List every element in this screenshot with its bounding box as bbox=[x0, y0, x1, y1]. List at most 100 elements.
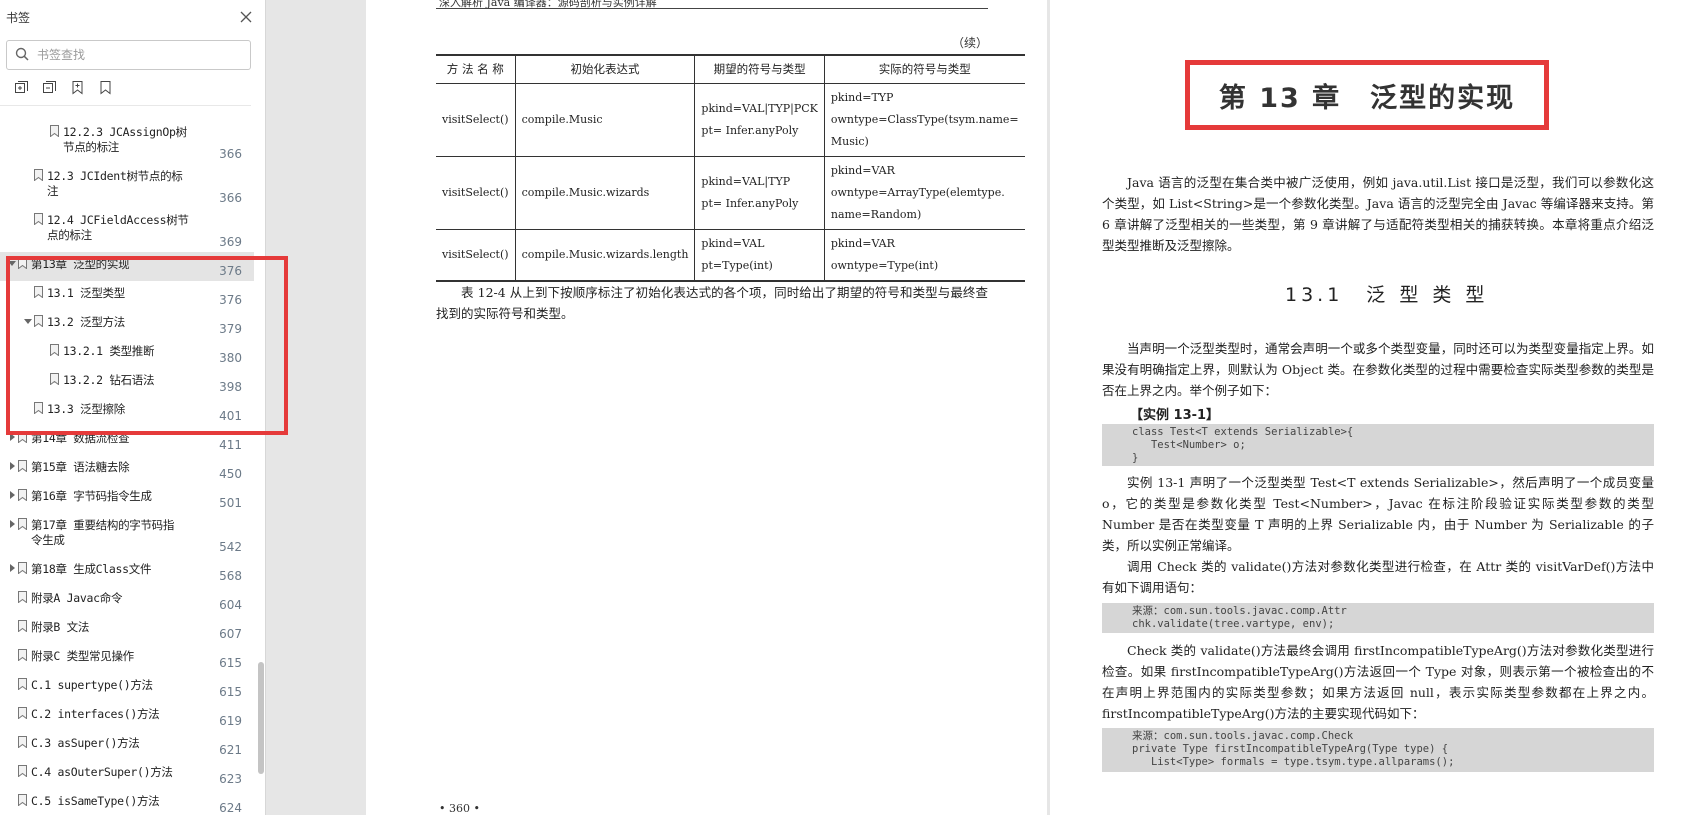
bookmark-label-line: 13.2.2 钻石语法 bbox=[63, 373, 155, 387]
panel-title: 书签 bbox=[6, 10, 31, 25]
bookmark-item[interactable]: 12.4 JCFieldAccess树节 点的标注 369 bbox=[0, 208, 254, 252]
code-block: class Test<T extends Serializable>{ Test… bbox=[1102, 424, 1654, 466]
bookmark-item[interactable]: 附录B 文法 607 bbox=[0, 615, 254, 644]
bookmark-search-box[interactable] bbox=[6, 40, 251, 70]
cell-line: pkind=VAR bbox=[830, 163, 895, 177]
table-cell: compile.Music bbox=[514, 83, 695, 157]
cell-line: name=Random) bbox=[830, 207, 922, 221]
bookmark-label-line: C.5 isSameType()方法 bbox=[31, 794, 160, 808]
table-continued-label: （续） bbox=[952, 36, 989, 50]
bookmark-label: 附录C 类型常见操作 bbox=[31, 649, 134, 664]
bookmark-page-number: 366 bbox=[219, 191, 242, 205]
bookmark-label-line: 第18章 生成Class文件 bbox=[31, 562, 152, 576]
bookmark-item[interactable]: C.2 interfaces()方法 619 bbox=[0, 702, 254, 731]
bookmark-page-number: 369 bbox=[219, 235, 242, 249]
bookmark-page-number: 542 bbox=[219, 540, 242, 554]
bookmark-label: 13.1 泛型类型 bbox=[47, 286, 125, 301]
bookmark-label-line: 令生成 bbox=[31, 533, 65, 547]
add-bookmark-icon[interactable] bbox=[68, 79, 86, 97]
cell-line: pt=Type(int) bbox=[701, 258, 773, 272]
bookmark-item[interactable]: C.4 asOuterSuper()方法 623 bbox=[0, 760, 254, 789]
bookmark-page-number: 623 bbox=[219, 772, 242, 786]
bookmark-label-line: 第13章 泛型的实现 bbox=[31, 257, 130, 271]
search-input[interactable] bbox=[37, 48, 237, 62]
collapse-all-icon[interactable] bbox=[40, 79, 58, 97]
table-cell: visitSelect() bbox=[436, 156, 516, 230]
running-head-rule bbox=[436, 8, 988, 9]
bookmark-label: 13.2.2 钻石语法 bbox=[63, 373, 154, 388]
body-paragraph: 调用 Check 类的 validate()方法对参数化类型进行检查，在 Att… bbox=[1102, 559, 1654, 595]
code-block: 来源：com.sun.tools.javac.comp.Check privat… bbox=[1102, 728, 1654, 772]
bookmark-item[interactable]: 13.2.1 类型推断 380 bbox=[0, 339, 254, 368]
collapsed-arrow-icon[interactable] bbox=[7, 461, 17, 471]
bookmark-label-line: 附录B 文法 bbox=[31, 620, 90, 634]
bookmark-icon bbox=[18, 518, 27, 530]
bookmark-label: C.2 interfaces()方法 bbox=[31, 707, 160, 722]
bookmark-item[interactable]: 第16章 字节码指令生成 501 bbox=[0, 484, 254, 513]
bookmark-item[interactable]: 12.3 JCIdent树节点的标注 366 bbox=[0, 164, 254, 208]
bookmark-icon bbox=[18, 431, 27, 443]
page-number: • 360 • bbox=[439, 802, 480, 815]
scrollbar-thumb[interactable] bbox=[258, 662, 264, 774]
bookmark-icon bbox=[18, 620, 27, 632]
bookmark-icon bbox=[18, 591, 27, 603]
table-row: visitSelect() compile.Music.wizards.leng… bbox=[436, 229, 1025, 282]
bookmark-page-number: 615 bbox=[219, 656, 242, 670]
bookmark-item[interactable]: 12.2.3 JCAssignOp树 节点的标注 366 bbox=[0, 120, 254, 164]
bookmark-panel-header: 书签 bbox=[0, 0, 265, 34]
bookmark-label-line: 第17章 重要结构的字节码指 bbox=[31, 518, 175, 532]
expanded-arrow-icon[interactable] bbox=[23, 316, 33, 326]
bookmark-item[interactable]: 第17章 重要结构的字节码指 令生成 542 bbox=[0, 513, 254, 557]
bookmark-icon bbox=[18, 707, 27, 719]
bookmark-toolbar bbox=[0, 70, 251, 106]
bookmark-icon[interactable] bbox=[96, 79, 114, 97]
bookmark-page-number: 621 bbox=[219, 743, 242, 757]
bookmark-item[interactable]: 第13章 泛型的实现 376 bbox=[0, 252, 254, 281]
bookmark-item[interactable]: 附录C 类型常见操作 615 bbox=[0, 644, 254, 673]
bookmark-label-line: 13.3 泛型擦除 bbox=[47, 402, 125, 416]
body-paragraph: Check 类的 validate()方法最终会调用 firstIncompat… bbox=[1102, 643, 1654, 721]
bookmark-label-line: 节点的标注 bbox=[63, 140, 119, 154]
bookmark-item[interactable]: 第15章 语法糖去除 450 bbox=[0, 455, 254, 484]
bookmark-icon bbox=[34, 286, 43, 298]
table-cell: visitSelect() bbox=[436, 83, 516, 157]
bookmark-item[interactable]: 13.1 泛型类型 376 bbox=[0, 281, 254, 310]
bookmark-label-line: 附录A Javac命令 bbox=[31, 591, 123, 605]
bookmark-item[interactable]: 13.3 泛型擦除 401 bbox=[0, 397, 254, 426]
column-header: 初始化表达式 bbox=[514, 54, 695, 84]
table-cell: compile.Music.wizards.length bbox=[514, 229, 695, 282]
bookmark-item[interactable]: C.1 supertype()方法 615 bbox=[0, 673, 254, 702]
bookmark-label-line: 第15章 语法糖去除 bbox=[31, 460, 130, 474]
bookmark-label: C.3 asSuper()方法 bbox=[31, 736, 140, 751]
bookmark-icon bbox=[18, 794, 27, 806]
expanded-arrow-icon[interactable] bbox=[7, 258, 17, 268]
bookmark-label: C.5 isSameType()方法 bbox=[31, 794, 160, 809]
bookmark-label-line: 12.4 JCFieldAccess树节 bbox=[47, 213, 189, 227]
expand-all-icon[interactable] bbox=[12, 79, 30, 97]
collapsed-arrow-icon[interactable] bbox=[7, 519, 17, 529]
bookmark-label-line: 13.1 泛型类型 bbox=[47, 286, 125, 300]
collapsed-arrow-icon[interactable] bbox=[7, 563, 17, 573]
close-icon[interactable] bbox=[237, 8, 255, 26]
bookmark-item[interactable]: 13.2 泛型方法 379 bbox=[0, 310, 254, 339]
collapsed-arrow-icon[interactable] bbox=[7, 490, 17, 500]
collapsed-arrow-icon[interactable] bbox=[7, 432, 17, 442]
bookmark-icon bbox=[18, 649, 27, 661]
bookmark-label-line: 第16章 字节码指令生成 bbox=[31, 489, 152, 503]
bookmark-label-line: 第14章 数据流检查 bbox=[31, 431, 130, 445]
section-title: 13.1 泛 型 类 型 bbox=[1285, 284, 1489, 306]
bookmark-page-number: 380 bbox=[219, 351, 242, 365]
bookmark-item[interactable]: 13.2.2 钻石语法 398 bbox=[0, 368, 254, 397]
bookmark-label: 12.4 JCFieldAccess树节 点的标注 bbox=[47, 213, 189, 243]
cell-line: pkind=VAL|TYP bbox=[701, 174, 791, 188]
bookmark-panel: 书签 12.2.3 JCAssignOp树节点的标注36612.3 JCIden… bbox=[0, 0, 266, 815]
bookmark-page-number: 501 bbox=[219, 496, 242, 510]
cell-line: pkind=TYP bbox=[830, 90, 894, 104]
bookmark-item[interactable]: 附录A Javac命令 604 bbox=[0, 586, 254, 615]
bookmark-item[interactable]: 第14章 数据流检查 411 bbox=[0, 426, 254, 455]
bookmark-item[interactable]: 第18章 生成Class文件 568 bbox=[0, 557, 254, 586]
bookmark-item[interactable]: C.3 asSuper()方法 621 bbox=[0, 731, 254, 760]
bookmark-page-number: 615 bbox=[219, 685, 242, 699]
bookmark-item[interactable]: C.5 isSameType()方法 624 bbox=[0, 789, 254, 815]
bookmark-label: 12.2.3 JCAssignOp树 节点的标注 bbox=[63, 125, 187, 155]
